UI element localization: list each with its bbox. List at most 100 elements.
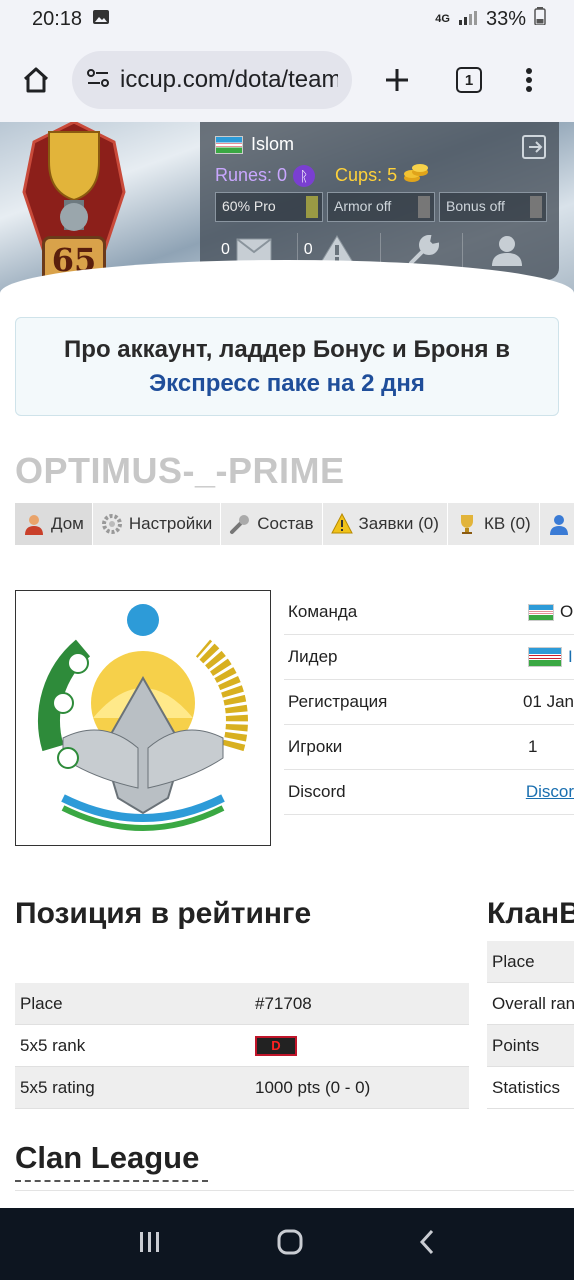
coins-icon <box>403 162 429 189</box>
home-circle-icon <box>277 1229 303 1254</box>
team-info-table: Команда O Лидер I Регистрация 01 Jan Игр… <box>284 590 574 815</box>
emblem-image <box>35 604 251 836</box>
battery-icon <box>534 7 546 31</box>
gear-icon <box>101 513 123 535</box>
tab-count: 1 <box>456 67 482 93</box>
rank-label: 5x5 rank <box>20 1035 86 1055</box>
flag-icon <box>528 647 562 667</box>
bonus-slot[interactable]: Bonus off <box>439 192 547 222</box>
armor-slot[interactable]: Armor off <box>327 192 435 222</box>
flag-icon <box>215 135 243 154</box>
wrench-tab-icon <box>229 513 251 535</box>
site-settings-icon[interactable] <box>86 67 110 94</box>
table-row: 5x5 rank D <box>15 1025 469 1067</box>
promo-banner[interactable]: Про аккаунт, ладдер Бонус и Броня в Эксп… <box>15 317 559 416</box>
table-row: Overall ran <box>487 983 574 1025</box>
recent-apps-button[interactable] <box>137 1230 163 1259</box>
menu-button[interactable] <box>502 53 556 107</box>
clan-war-table: Place Overall ran Points Statistics <box>487 941 574 1109</box>
promo-line-1: Про аккаунт, ладдер Бонус и Броня в <box>64 336 510 363</box>
table-row: 5x5 rating 1000 pts (0 - 0) <box>15 1067 469 1109</box>
cups-label: Cups: 5 <box>335 165 398 185</box>
rune-icon: ᚱ <box>293 164 316 187</box>
info-label: Игроки <box>288 737 343 756</box>
leader-link[interactable]: I <box>568 647 573 667</box>
info-label: Команда <box>288 602 358 621</box>
pro-slot[interactable]: 60% Pro <box>215 192 323 222</box>
info-row-registration: Регистрация 01 Jan <box>284 680 574 725</box>
team-logo <box>15 590 271 846</box>
team-title: OPTIMUS-_-PRIME <box>15 450 345 491</box>
tab-settings[interactable]: Настройки <box>93 503 222 545</box>
ranking-table: Place #71708 5x5 rank D 5x5 rating 1000 … <box>15 983 469 1109</box>
discord-link[interactable]: Discor <box>526 782 574 802</box>
runes-label: Runes: 0 <box>215 165 288 185</box>
info-label: Регистрация <box>288 692 388 711</box>
system-nav-bar <box>0 1208 574 1280</box>
signal-icon <box>458 8 478 31</box>
url-text: iccup.com/dota/team <box>120 66 338 93</box>
info-value: 1 <box>528 737 538 756</box>
address-bar[interactable]: iccup.com/dota/team <box>72 51 352 109</box>
tab-switcher-button[interactable]: 1 <box>442 53 496 107</box>
tab-more[interactable] <box>540 503 574 545</box>
rank-value: 1000 pts (0 - 0) <box>255 1077 371 1097</box>
tab-clan-war[interactable]: КВ (0) <box>448 503 540 545</box>
clan-league-title: Clan League <box>15 1140 200 1175</box>
clan-war-title: КланВ <box>487 897 574 930</box>
status-bar: 20:18 4G 33% <box>0 0 574 38</box>
promo-link[interactable]: Экспресс паке на 2 дня <box>16 370 558 398</box>
home-button[interactable] <box>14 58 58 102</box>
rank-badge: D <box>255 1035 297 1056</box>
table-row: Points <box>487 1025 574 1067</box>
info-label: Лидер <box>288 647 338 666</box>
info-value: 01 Jan <box>522 692 574 711</box>
messages-count: 0 <box>221 241 230 258</box>
alerts-count: 0 <box>303 241 313 258</box>
users-icon <box>548 513 570 535</box>
tab-requests-label: Заявки (0) <box>358 514 439 533</box>
battery-label: 33% <box>485 7 526 30</box>
tab-home-label: Дом <box>51 514 84 533</box>
recent-apps-icon <box>139 1231 159 1252</box>
tab-roster-label: Состав <box>257 514 314 533</box>
info-row-leader: Лидер I <box>284 635 574 680</box>
plus-icon <box>386 69 408 91</box>
rank-value: #71708 <box>255 993 312 1013</box>
profile-button[interactable] <box>463 233 545 267</box>
tab-home[interactable]: Дом <box>15 503 93 545</box>
user-name-row[interactable]: Islom <box>215 134 294 155</box>
user-panel: Islom Runes: 0 ᚱ Cups: 5 60% Pro Armor o… <box>200 122 559 280</box>
status-time: 20:18 <box>32 7 83 30</box>
back-button[interactable] <box>417 1228 437 1261</box>
table-row: Place #71708 <box>15 983 469 1025</box>
home-nav-button[interactable] <box>276 1228 304 1261</box>
table-row: Place <box>487 941 574 983</box>
armor-slot-label: Armor off <box>334 198 392 214</box>
browser-toolbar: iccup.com/dota/team 1 <box>0 38 574 122</box>
logout-icon[interactable] <box>521 134 547 165</box>
info-row-players: Игроки 1 <box>284 725 574 770</box>
tab-settings-label: Настройки <box>128 514 213 533</box>
user-icon <box>23 513 45 535</box>
user-silhouette-icon <box>492 236 523 266</box>
home-icon <box>23 67 49 93</box>
info-row-team: Команда O <box>284 590 574 635</box>
trophy-tab-icon <box>456 513 478 535</box>
envelope-icon <box>236 238 272 262</box>
tab-clan-war-label: КВ (0) <box>483 514 531 533</box>
info-label: Discord <box>288 782 346 801</box>
wrench-icon <box>409 234 440 265</box>
tab-requests[interactable]: Заявки (0) <box>323 503 448 545</box>
table-row: Statistics <box>487 1067 574 1109</box>
username[interactable]: Islom <box>251 134 294 155</box>
flag-icon <box>528 603 554 621</box>
warning-tab-icon <box>330 513 353 535</box>
ranking-title: Позиция в рейтинге <box>15 897 312 930</box>
rank-label: 5x5 rating <box>20 1077 95 1097</box>
team-tabs: Дом Настройки Состав Заявки (0) КВ (0) <box>15 503 574 545</box>
tab-roster[interactable]: Состав <box>221 503 323 545</box>
new-tab-button[interactable] <box>370 53 424 107</box>
kebab-menu-icon <box>526 68 532 92</box>
pro-slot-label: 60% Pro <box>222 198 276 214</box>
